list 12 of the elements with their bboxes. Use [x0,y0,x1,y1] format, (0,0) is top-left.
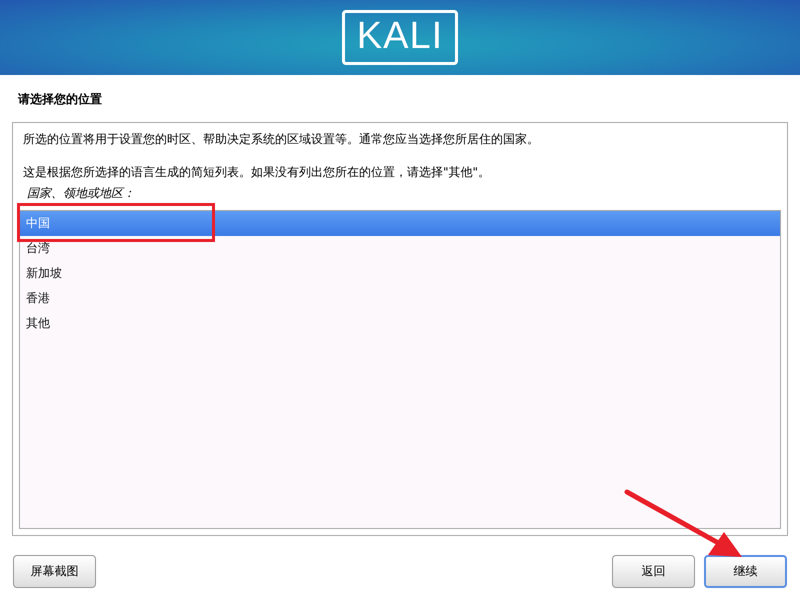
page-title: 请选择您的位置 [16,91,103,108]
nav-button[interactable]: 返回 [612,555,695,588]
list-label: 国家、领地或地区： [27,185,136,202]
screenshot-button[interactable]: 屏幕截图 [13,555,96,588]
list-item[interactable]: 其他 [20,311,780,336]
list-item[interactable]: 台湾 [20,236,780,261]
list-item[interactable]: 香港 [20,286,780,311]
description-text: 这是根据您所选择的语言生成的简短列表。如果没有列出您所在的位置，请选择"其他"。 [23,164,492,181]
logo: KALI [342,10,458,65]
list-item[interactable]: 新加坡 [20,261,780,286]
nav-button[interactable]: 继续 [704,555,787,588]
description-text: 所选的位置将用于设置您的时区、帮助决定系统的区域设置等。通常您应当选择您所居住的国家。 [23,131,540,148]
